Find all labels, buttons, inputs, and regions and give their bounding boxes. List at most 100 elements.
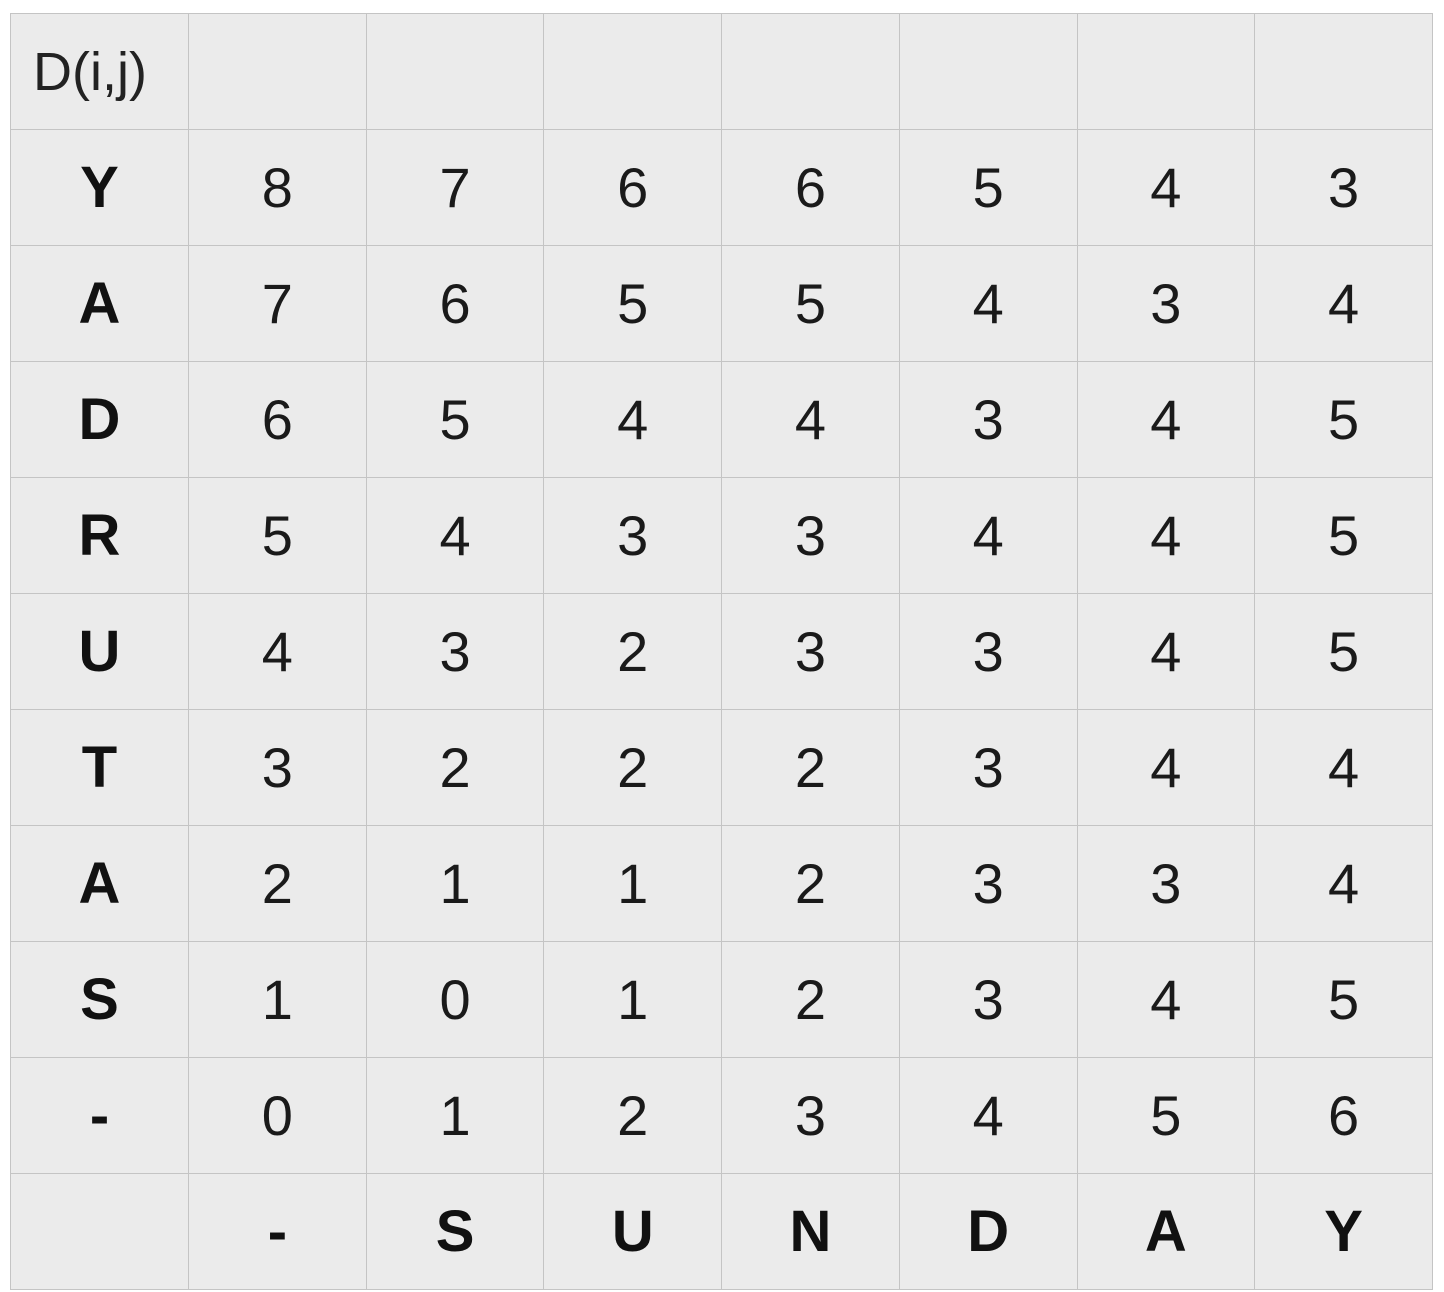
column-label: U xyxy=(543,1173,723,1290)
table-row: A7655434 xyxy=(10,245,1433,362)
distance-cell: 4 xyxy=(1254,709,1433,826)
empty-header-cell xyxy=(365,13,545,130)
distance-cell: 3 xyxy=(365,593,545,710)
distance-cell: 2 xyxy=(365,709,545,826)
table-row: -0123456 xyxy=(10,1057,1433,1174)
distance-cell: 5 xyxy=(543,245,723,362)
distance-cell: 5 xyxy=(898,129,1078,246)
distance-cell: 3 xyxy=(721,1057,900,1174)
distance-cell: 3 xyxy=(898,825,1078,942)
distance-cell: 4 xyxy=(1254,245,1433,362)
distance-cell: 6 xyxy=(721,129,900,246)
distance-cell: 5 xyxy=(188,477,367,594)
distance-cell: 4 xyxy=(1254,825,1433,942)
empty-corner-cell xyxy=(10,1173,189,1290)
row-label: - xyxy=(10,1057,189,1174)
distance-cell: 5 xyxy=(1254,477,1433,594)
table-row: U4323345 xyxy=(10,593,1433,710)
table-row: D6544345 xyxy=(10,361,1433,478)
table-row: A2112334 xyxy=(10,825,1433,942)
distance-cell: 4 xyxy=(365,477,545,594)
distance-cell: 3 xyxy=(898,593,1078,710)
row-label: A xyxy=(10,825,189,942)
distance-cell: 1 xyxy=(543,825,723,942)
empty-header-cell xyxy=(1254,13,1433,130)
distance-cell: 2 xyxy=(188,825,367,942)
distance-table: D(i,j) Y8766543A7655434D6544345R5433445U… xyxy=(10,13,1433,1290)
distance-cell: 4 xyxy=(543,361,723,478)
distance-cell: 2 xyxy=(721,941,900,1058)
distance-cell: 4 xyxy=(898,245,1078,362)
column-label: Y xyxy=(1254,1173,1433,1290)
table-row: Y8766543 xyxy=(10,129,1433,246)
distance-cell: 2 xyxy=(543,593,723,710)
distance-cell: 2 xyxy=(543,709,723,826)
row-label: S xyxy=(10,941,189,1058)
table-row: R5433445 xyxy=(10,477,1433,594)
empty-header-cell xyxy=(898,13,1078,130)
distance-cell: 4 xyxy=(188,593,367,710)
distance-cell: 3 xyxy=(898,941,1078,1058)
distance-cell: 3 xyxy=(898,709,1078,826)
row-label: U xyxy=(10,593,189,710)
empty-header-cell xyxy=(543,13,723,130)
row-label: Y xyxy=(10,129,189,246)
distance-cell: 3 xyxy=(188,709,367,826)
column-label: S xyxy=(365,1173,545,1290)
distance-cell: 3 xyxy=(543,477,723,594)
distance-cell: 4 xyxy=(1076,941,1256,1058)
distance-cell: 3 xyxy=(1076,245,1256,362)
distance-cell: 5 xyxy=(1254,361,1433,478)
distance-cell: 4 xyxy=(1076,477,1256,594)
row-label: D xyxy=(10,361,189,478)
distance-cell: 8 xyxy=(188,129,367,246)
distance-cell: 2 xyxy=(721,709,900,826)
distance-cell: 0 xyxy=(188,1057,367,1174)
distance-cell: 3 xyxy=(721,593,900,710)
table-row: T3222344 xyxy=(10,709,1433,826)
distance-cell: 5 xyxy=(1076,1057,1256,1174)
distance-cell: 4 xyxy=(898,1057,1078,1174)
distance-cell: 3 xyxy=(1076,825,1256,942)
distance-cell: 3 xyxy=(898,361,1078,478)
distance-cell: 6 xyxy=(188,361,367,478)
row-label: A xyxy=(10,245,189,362)
distance-cell: 5 xyxy=(1254,593,1433,710)
table-title: D(i,j) xyxy=(10,13,189,130)
row-label: T xyxy=(10,709,189,826)
distance-cell: 1 xyxy=(188,941,367,1058)
empty-header-cell xyxy=(188,13,367,130)
distance-cell: 4 xyxy=(1076,129,1256,246)
distance-cell: 1 xyxy=(365,1057,545,1174)
distance-cell: 5 xyxy=(365,361,545,478)
distance-cell: 0 xyxy=(365,941,545,1058)
distance-cell: 3 xyxy=(721,477,900,594)
column-label-row: -SUNDAY xyxy=(10,1173,1433,1290)
distance-cell: 6 xyxy=(1254,1057,1433,1174)
distance-cell: 4 xyxy=(1076,361,1256,478)
distance-cell: 6 xyxy=(365,245,545,362)
distance-cell: 4 xyxy=(1076,593,1256,710)
header-row: D(i,j) xyxy=(10,13,1433,130)
row-label: R xyxy=(10,477,189,594)
column-label: A xyxy=(1076,1173,1256,1290)
distance-cell: 4 xyxy=(898,477,1078,594)
distance-cell: 1 xyxy=(365,825,545,942)
empty-header-cell xyxy=(721,13,900,130)
distance-cell: 7 xyxy=(188,245,367,362)
distance-cell: 2 xyxy=(543,1057,723,1174)
distance-cell: 5 xyxy=(1254,941,1433,1058)
distance-cell: 7 xyxy=(365,129,545,246)
distance-cell: 4 xyxy=(721,361,900,478)
column-label: - xyxy=(188,1173,367,1290)
column-label: D xyxy=(898,1173,1078,1290)
distance-cell: 5 xyxy=(721,245,900,362)
distance-cell: 4 xyxy=(1076,709,1256,826)
empty-header-cell xyxy=(1076,13,1256,130)
column-label: N xyxy=(721,1173,900,1290)
distance-cell: 6 xyxy=(543,129,723,246)
table-row: S1012345 xyxy=(10,941,1433,1058)
distance-cell: 2 xyxy=(721,825,900,942)
distance-cell: 3 xyxy=(1254,129,1433,246)
distance-cell: 1 xyxy=(543,941,723,1058)
